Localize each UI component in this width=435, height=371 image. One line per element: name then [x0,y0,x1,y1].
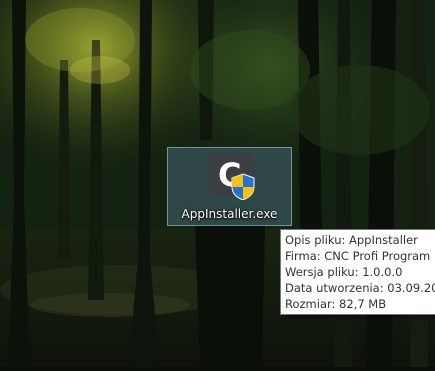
desktop-bottom-edge [0,367,435,371]
tooltip-line-size: Rozmiar: 82,7 MB [285,297,387,311]
tooltip-line-company: Firma: CNC Profi Program [285,249,431,263]
app-installer-shield-icon[interactable]: C [204,150,258,201]
desktop[interactable]: C AppInstaller.exe Opis pliku: AppInstal… [0,0,435,371]
tooltip-line-description: Opis pliku: AppInstaller [285,233,418,247]
file-info-tooltip: Opis pliku: AppInstaller Firma: CNC Prof… [280,229,435,315]
icon-filename-label[interactable]: AppInstaller.exe [170,206,289,222]
tooltip-line-created: Data utworzenia: 03.09.20 [285,281,435,295]
tooltip-line-version: Wersja pliku: 1.0.0.0 [285,265,403,279]
